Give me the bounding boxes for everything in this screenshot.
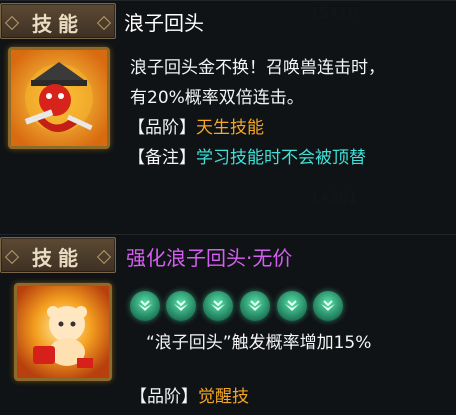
- rune-gem-icon: [203, 291, 233, 321]
- skill-name: 强化浪子回头·无价: [126, 246, 293, 270]
- grade-label: 【品阶】: [128, 118, 196, 138]
- rune-gem-icon: [240, 291, 270, 321]
- note-value: 学习技能时不会被顶替: [196, 148, 366, 168]
- rune-gem-icon: [130, 291, 160, 321]
- grade-value: 觉醒技: [198, 387, 249, 407]
- grade-row: 【品阶】觉醒技: [130, 384, 249, 410]
- bandit-hat-icon: [8, 47, 110, 149]
- skill-description-line: 有20%概率双倍连击。: [130, 88, 304, 108]
- skill-description-line: 浪子回头金不换！召唤兽连击时，: [130, 58, 385, 78]
- skill-name: 浪子回头: [124, 11, 204, 35]
- grade-value: 天生技能: [196, 118, 264, 138]
- skill-tag: 技能: [0, 237, 116, 273]
- skill-tooltip-panel: 技能 浪子回头 浪子回头金不换！召唤兽连击时， 有20%概率双倍连击。 【品阶】…: [0, 0, 456, 234]
- rune-gem-icon: [277, 291, 307, 321]
- fire-cat-icon: [14, 283, 112, 381]
- grade-row: 【品阶】天生技能: [128, 115, 264, 141]
- rune-gem-icon: [313, 291, 343, 321]
- grade-label: 【品阶】: [130, 387, 198, 407]
- note-row: 【备注】学习技能时不会被顶替: [128, 145, 366, 171]
- awakening-effect-text: “浪子回头”触发概率增加15%: [146, 333, 372, 353]
- rune-gem-icon: [166, 291, 196, 321]
- note-label: 【备注】: [128, 148, 196, 168]
- skill-tag: 技能: [0, 3, 116, 39]
